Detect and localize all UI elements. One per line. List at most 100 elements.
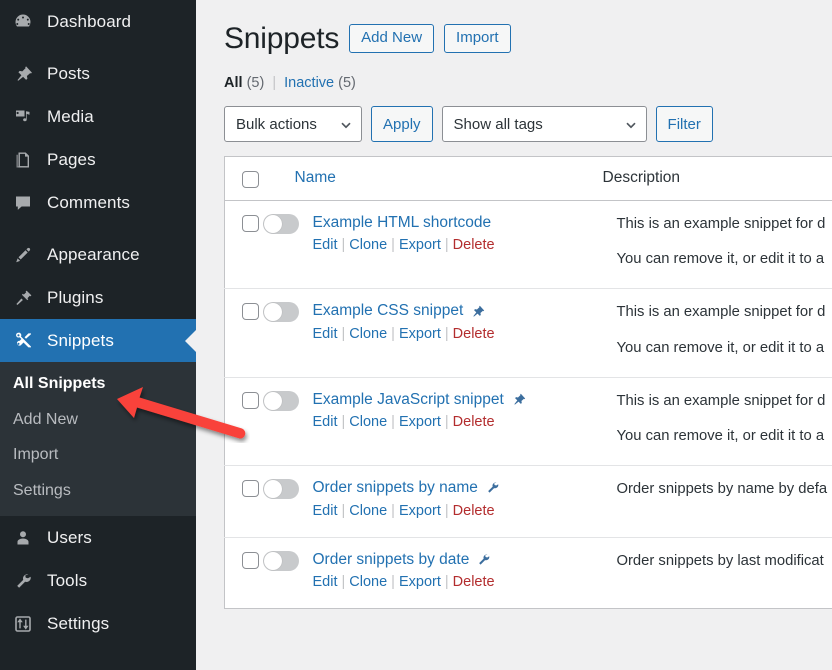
sidebar-item-comments[interactable]: Comments [0,181,196,224]
toggle-knob [263,303,282,322]
snippet-activate-toggle[interactable] [262,479,299,500]
row-select-cell [225,289,263,377]
import-button[interactable]: Import [444,23,511,54]
clone-link[interactable]: Clone [349,237,387,253]
row-checkbox[interactable] [242,391,259,409]
sidebar-item-pages[interactable]: Pages [0,138,196,181]
description-paragraph: Order snippets by last modificat [616,552,824,569]
delete-link[interactable]: Delete [453,574,495,590]
delete-link[interactable]: Delete [453,414,495,430]
export-link[interactable]: Export [399,326,441,342]
tags-filter-select[interactable]: Show all tags [441,106,647,142]
column-header-description-label: Description [602,169,681,186]
edit-link[interactable]: Edit [313,503,338,519]
column-header-name-label[interactable]: Name [263,169,336,186]
edit-link[interactable]: Edit [313,237,338,253]
delete-link[interactable]: Delete [453,503,495,519]
column-header-name[interactable]: Name [262,156,603,201]
table-row: Example HTML shortcode Edit | Clone | Export… [224,201,832,289]
export-link[interactable]: Export [399,503,441,519]
snippet-activate-toggle[interactable] [262,214,299,234]
row-checkbox[interactable] [242,303,259,321]
select-all-checkbox[interactable] [242,171,259,188]
snippet-activate-toggle[interactable] [262,302,299,323]
description-paragraph: You can remove it, or edit it to a [616,339,825,356]
snippet-activate-toggle[interactable] [262,550,299,571]
sidebar-item-media[interactable]: Media [0,95,196,138]
wrench-icon [13,571,39,591]
sidebar-item-dashboard[interactable]: Dashboard [0,0,196,43]
clone-link[interactable]: Clone [349,414,387,430]
row-checkbox[interactable] [242,215,259,232]
snippet-name-link[interactable]: Example HTML shortcode [313,213,495,232]
sidebar-item-label: Users [47,528,92,548]
sidebar-item-import[interactable]: Import [0,437,196,473]
page-title: Snippets [224,22,340,55]
chevron-down-icon [340,118,352,130]
sidebar-item-snippets-settings[interactable]: Settings [0,473,196,509]
sidebar-item-snippets[interactable]: Snippets [0,319,196,362]
row-description-cell: Order snippets by name by defa [603,466,832,537]
page-header: Snippets Add New Import [224,10,832,58]
row-actions: Edit | Clone | Export | Delete [312,414,495,431]
export-link[interactable]: Export [399,574,441,590]
snippet-name-link[interactable]: Order snippets by date [313,550,495,569]
row-actions: Edit | Clone | Export | Delete [312,325,495,342]
snippet-name-text: Example HTML shortcode [312,214,492,231]
table-navigation-top: Bulk actions Apply Show all tags Filter [224,106,832,142]
sidebar-item-appearance[interactable]: Appearance [0,233,196,276]
view-separator: | [272,75,277,91]
table-body: Example HTML shortcode Edit | Clone | Export… [224,201,832,609]
row-description-cell: This is an example snippet for d You can… [603,289,832,377]
sidebar-item-all-snippets[interactable]: All Snippets [0,366,196,402]
export-link[interactable]: Export [399,414,441,430]
sidebar-item-tools[interactable]: Tools [0,559,196,602]
media-icon [13,107,39,127]
row-checkbox[interactable] [242,551,259,569]
clone-link[interactable]: Clone [349,574,387,590]
clone-link[interactable]: Clone [349,503,387,519]
snippet-name-link[interactable]: Example JavaScript snippet [313,390,526,409]
description-paragraph: This is an example snippet for d [616,304,826,321]
delete-link[interactable]: Delete [453,237,495,253]
snippet-activate-toggle[interactable] [262,390,299,411]
bulk-actions-select[interactable]: Bulk actions [224,106,362,142]
snippet-name-link[interactable]: Order snippets by name [313,478,500,497]
filter-button[interactable]: Filter [655,106,713,142]
row-name-cell: Order snippets by name Edit | Clone | Export… [262,466,603,537]
sidebar-item-users[interactable]: Users [0,516,196,559]
export-link[interactable]: Export [399,237,441,253]
sidebar-item-plugins[interactable]: Plugins [0,276,196,319]
sidebar-item-add-new[interactable]: Add New [0,402,196,438]
toggle-knob [263,480,282,499]
row-actions: Edit | Clone | Export | Delete [312,237,495,254]
row-name-cell: Example CSS snippet Edit | Clone | Export | De… [262,289,603,377]
view-count-inactive: (5) [338,75,356,91]
snippets-submenu: All Snippets Add New Import Settings [0,362,196,517]
scissors-icon [13,330,39,351]
sidebar-item-label: Media [47,107,94,126]
snippet-name-text: Order snippets by name [312,479,478,497]
view-link-inactive[interactable]: Inactive [284,75,334,91]
row-select-cell [225,201,263,289]
edit-link[interactable]: Edit [313,574,338,590]
row-description-cell: This is an example snippet for d You can… [603,377,832,465]
snippet-name-link[interactable]: Example CSS snippet [313,301,495,320]
wp-admin-screen: Dashboard Posts Media Pages Comments App… [0,0,832,670]
apply-button[interactable]: Apply [371,106,433,142]
row-select-cell [225,466,263,537]
plug-icon [13,288,39,308]
pin-icon [511,392,526,407]
edit-link[interactable]: Edit [313,414,338,430]
clone-link[interactable]: Clone [349,326,387,342]
delete-link[interactable]: Delete [453,326,495,342]
dashboard-icon [13,12,39,32]
toggle-knob [263,391,282,410]
sidebar-item-posts[interactable]: Posts [0,52,196,95]
view-link-all[interactable]: All [224,75,243,91]
edit-link[interactable]: Edit [313,326,338,342]
sidebar-item-settings[interactable]: Settings [0,602,196,645]
row-checkbox[interactable] [242,480,259,498]
add-new-button[interactable]: Add New [349,23,435,54]
table-row: Example JavaScript snippet Edit | Clone | Ex… [224,377,832,466]
